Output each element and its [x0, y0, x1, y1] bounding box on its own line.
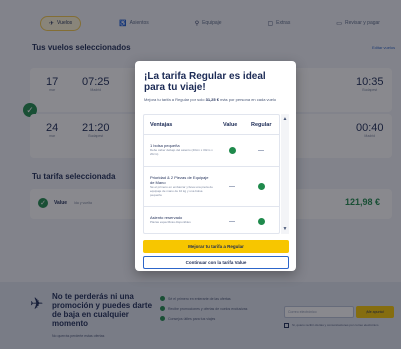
fare-comparison-table: Ventajas Value Regular 1 bolsa pequeña D… [143, 114, 280, 234]
table-row: Asiento reservado Plazas específicas dis… [144, 207, 279, 233]
column-header-benefits: Ventajas [150, 122, 173, 128]
table-row: 1 bolsa pequeña Debe caber debajo del as… [144, 135, 279, 167]
scroll-down-icon[interactable]: ▼ [281, 226, 289, 232]
value-dash-icon [229, 183, 237, 191]
scroll-up-icon[interactable]: ▲ [281, 116, 289, 122]
modal-description: Mejora tu tarifa a Regular por solo 31,2… [144, 97, 277, 102]
comparison-scrollbar[interactable]: ▲ ▼ [281, 114, 289, 234]
regular-dash-icon [258, 147, 266, 155]
value-included-icon [229, 147, 237, 155]
table-header: Ventajas Value Regular [144, 115, 279, 135]
regular-included-icon [258, 183, 266, 191]
upgrade-price: 31,25 € [205, 97, 219, 102]
column-header-value: Value [223, 122, 238, 128]
modal-title: ¡La tarifa Regular es ideal para tu viaj… [144, 71, 266, 93]
table-row: Prioridad & 2 Piezas de Equipaje de Mano… [144, 167, 279, 207]
value-dash-icon [229, 218, 237, 226]
column-header-regular: Regular [251, 122, 272, 128]
continue-with-value-button[interactable]: Continuar con la tarifa Value [143, 256, 289, 269]
regular-included-icon [258, 218, 266, 226]
fare-upgrade-modal: ¡La tarifa Regular es ideal para tu viaj… [135, 61, 296, 271]
upgrade-to-regular-button[interactable]: Mejorar tu tarifa a Regular [143, 240, 289, 253]
